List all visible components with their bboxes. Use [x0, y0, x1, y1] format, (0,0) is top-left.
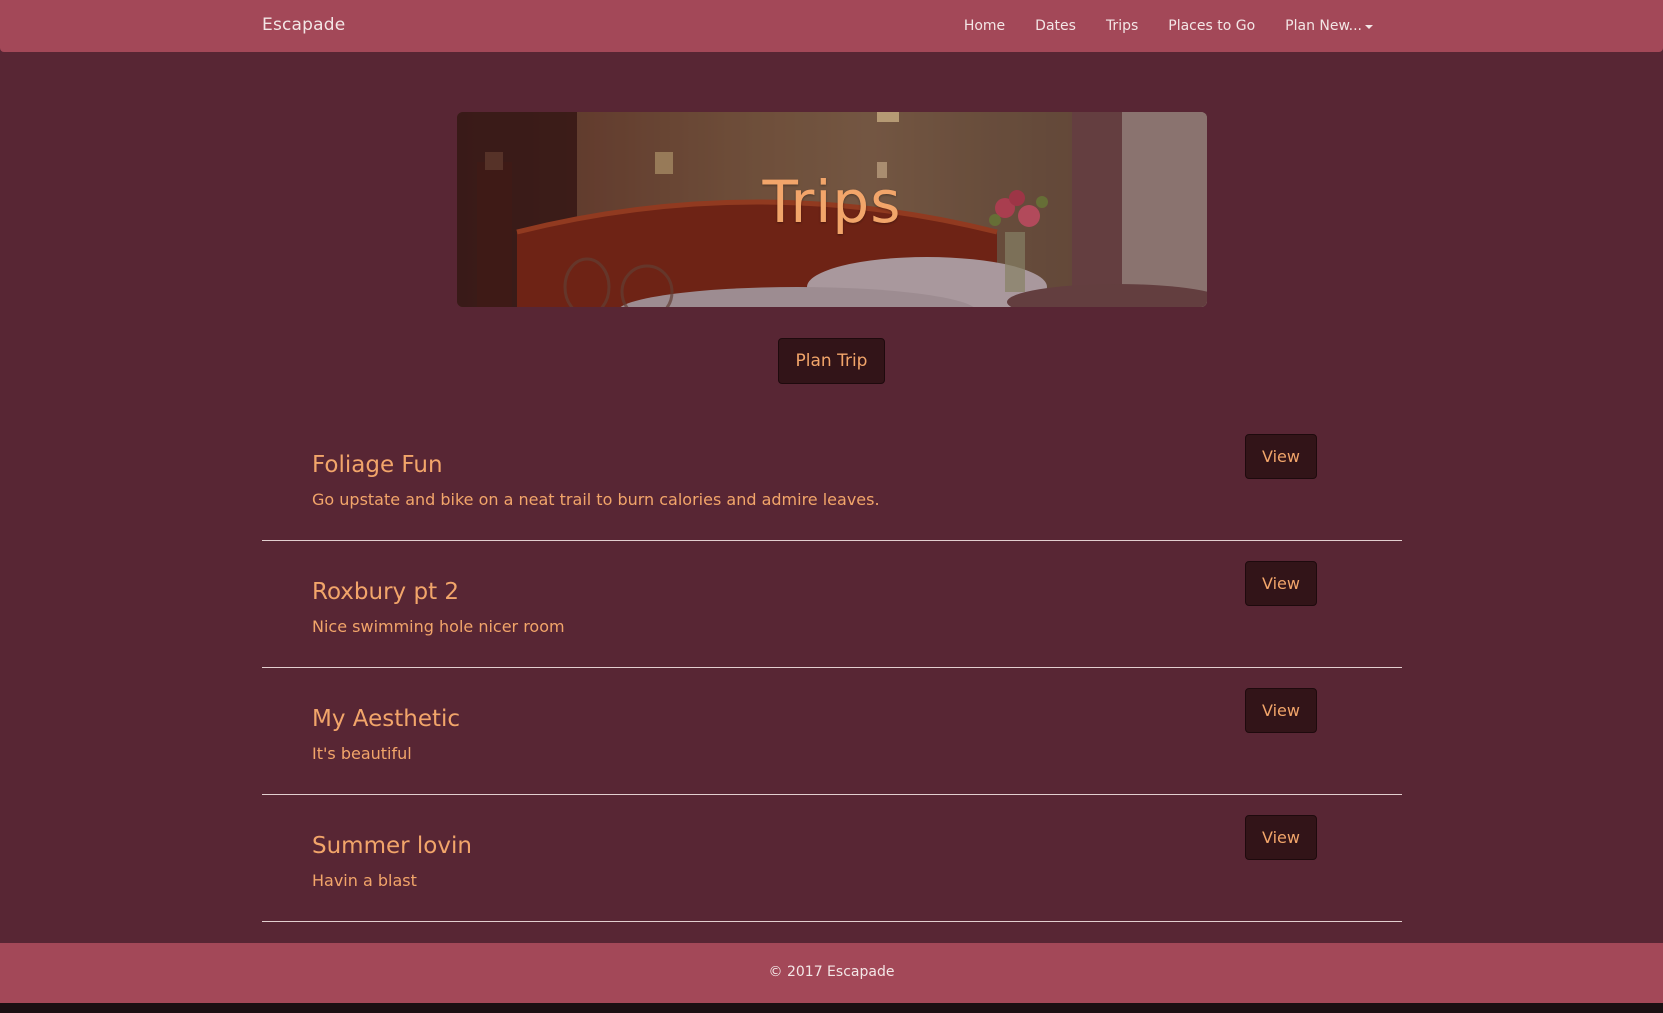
plan-trip-button[interactable]: Plan Trip — [778, 338, 885, 384]
nav-dropdown-label: Plan New... — [1285, 18, 1362, 34]
trip-description: Go upstate and bike on a neat trail to b… — [312, 490, 880, 509]
hero-banner: Trips — [457, 112, 1207, 307]
list-item: My Aesthetic It's beautiful View — [262, 668, 1402, 795]
brand-link[interactable]: Escapade — [262, 15, 345, 35]
view-trip-button[interactable]: View — [1245, 688, 1317, 733]
nav-dropdown-plan-new[interactable]: Plan New... — [1270, 18, 1388, 34]
trip-title: Summer lovin — [312, 833, 472, 859]
view-trip-button[interactable]: View — [1245, 561, 1317, 606]
trip-description: It's beautiful — [312, 744, 412, 763]
page: Escapade Home Dates Trips Places to Go P… — [0, 0, 1663, 1003]
nav-link-dates[interactable]: Dates — [1020, 18, 1091, 34]
trip-title: Foliage Fun — [312, 452, 443, 478]
list-item: Roxbury pt 2 Nice swimming hole nicer ro… — [262, 541, 1402, 668]
trip-description: Nice swimming hole nicer room — [312, 617, 565, 636]
footer: © 2017 Escapade — [0, 943, 1663, 1003]
nav-link-trips[interactable]: Trips — [1091, 18, 1153, 34]
nav-link-places-to-go[interactable]: Places to Go — [1153, 18, 1270, 34]
view-trip-button[interactable]: View — [1245, 434, 1317, 479]
list-item: Summer lovin Havin a blast View — [262, 795, 1402, 922]
view-trip-button[interactable]: View — [1245, 815, 1317, 860]
trip-title: Roxbury pt 2 — [312, 579, 460, 605]
nav-link-home[interactable]: Home — [949, 18, 1020, 34]
footer-copyright: © 2017 Escapade — [768, 964, 895, 980]
page-title: Trips — [762, 168, 902, 236]
trip-title: My Aesthetic — [312, 706, 461, 732]
trip-list: Foliage Fun Go upstate and bike on a nea… — [262, 414, 1402, 922]
list-item: Foliage Fun Go upstate and bike on a nea… — [262, 414, 1402, 541]
nav-links: Home Dates Trips Places to Go Plan New..… — [949, 0, 1388, 52]
trip-description: Havin a blast — [312, 871, 417, 890]
caret-down-icon — [1365, 25, 1373, 29]
navbar: Escapade Home Dates Trips Places to Go P… — [0, 0, 1663, 52]
